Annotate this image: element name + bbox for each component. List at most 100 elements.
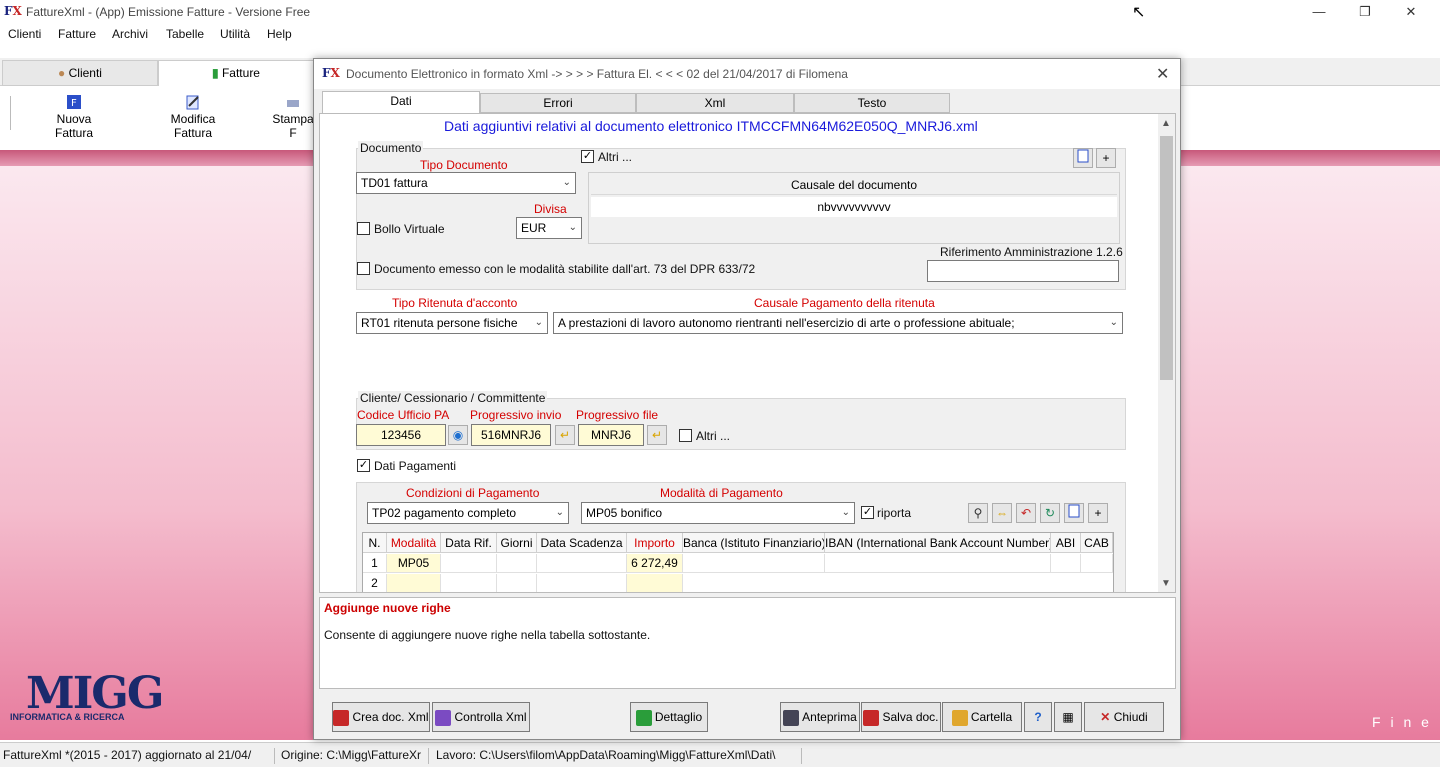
data-rif-cell[interactable] (441, 574, 497, 592)
tab-dati[interactable]: Dati (322, 91, 480, 114)
tipo-documento-select[interactable]: TD01 fattura ⌄ (356, 172, 576, 194)
nuova-fattura-button[interactable]: F Nuova Fattura (36, 94, 112, 140)
progressivo-file-input[interactable]: MNRJ6 (578, 424, 644, 446)
modifica-fattura-button[interactable]: Modifica Fattura (150, 94, 236, 140)
causale-ritenuta-select[interactable]: A prestazioni di lavoro autonomo rientra… (553, 312, 1123, 334)
bar-chart-icon: ▮ (212, 66, 219, 80)
search-payments-button[interactable]: ⚲ (968, 503, 988, 523)
codice-ufficio-input[interactable]: 123456 (356, 424, 446, 446)
altri-label: Altri ... (598, 150, 633, 164)
cliente-altri-checkbox[interactable] (679, 429, 692, 442)
column-header: IBAN (International Bank Account Number) (825, 533, 1051, 553)
stampa-fattura-button[interactable]: Stampa F (270, 94, 316, 140)
scroll-up-icon[interactable]: ▲ (1161, 118, 1171, 129)
new-document-button[interactable] (1073, 148, 1093, 168)
dati-pagamenti-checkbox[interactable]: ✓ (357, 459, 370, 472)
stampa-fattura-label: Stampa F (272, 112, 314, 140)
causale-ritenuta-value: A prestazioni di lavoro autonomo rientra… (558, 316, 1015, 330)
nuova-fattura-label: Nuova Fattura (54, 112, 93, 140)
new-row-document-button[interactable] (1064, 503, 1084, 523)
modalita-cell[interactable]: MP05 (387, 554, 441, 573)
create-xml-icon (333, 709, 350, 726)
menu-fatture[interactable]: Fatture (58, 27, 96, 41)
globe-icon: ◉ (452, 428, 464, 442)
menu-tabelle[interactable]: Tabelle (166, 27, 204, 41)
data-rif-cell[interactable] (441, 554, 497, 573)
cliente-group-title: Cliente/ Cessionario / Committente (358, 391, 548, 405)
tab-testo[interactable]: Testo (794, 93, 950, 113)
column-header: N. (363, 533, 387, 553)
abi-cell[interactable] (1051, 554, 1081, 573)
documento-elettronico-dialog: FX Documento Elettronico in formato Xml … (313, 58, 1181, 740)
return-arrow-icon: ↵ (559, 428, 571, 442)
codice-ufficio-label: Codice Ufficio PA (357, 408, 450, 422)
anteprima-button[interactable]: Anteprima (780, 702, 860, 732)
help-button[interactable]: ? (1024, 702, 1052, 732)
refresh-button[interactable]: ↻ (1040, 503, 1060, 523)
tab-errori[interactable]: Errori (480, 93, 636, 113)
chiudi-button[interactable]: ✕ Chiudi (1084, 702, 1164, 732)
cartella-button[interactable]: Cartella (942, 702, 1022, 732)
preview-magnifier-icon (783, 709, 800, 726)
cab-cell[interactable] (1081, 554, 1113, 573)
divisa-value: EUR (521, 221, 547, 235)
importo-cell[interactable] (627, 574, 683, 592)
riferimento-input[interactable] (927, 260, 1119, 282)
undo-button[interactable]: ↶ (1016, 503, 1036, 523)
progressivo-invio-input[interactable]: 516MNRJ6 (471, 424, 551, 446)
condizioni-pagamento-select[interactable]: TP02 pagamento completo ⌄ (367, 502, 569, 524)
modalita-pagamento-label: Modalità di Pagamento (660, 486, 783, 500)
menu-clienti[interactable]: Clienti (8, 27, 41, 41)
altri-checkbox[interactable]: ✓ (581, 150, 594, 163)
tipo-ritenuta-select[interactable]: RT01 ritenuta persone fisiche ⌄ (356, 312, 548, 334)
progressivo-file-button[interactable]: ↵ (647, 425, 667, 445)
riporta-checkbox[interactable]: ✓ (861, 506, 874, 519)
modalita-pagamento-value: MP05 bonifico (586, 506, 663, 520)
calculator-button[interactable]: ▦ (1054, 702, 1082, 732)
add-causale-button[interactable]: + (1096, 148, 1116, 168)
dialog-close-icon[interactable]: ✕ (1156, 64, 1169, 84)
menu-archivi[interactable]: Archivi (112, 27, 148, 41)
giorni-cell[interactable] (497, 554, 537, 573)
dialog-tabs: Dati Errori Xml Testo (318, 91, 1178, 114)
dettaglio-button[interactable]: Dettaglio (630, 702, 708, 732)
tab-xml[interactable]: Xml (636, 93, 794, 113)
menu-help[interactable]: Help (267, 27, 292, 41)
maximize-button[interactable]: ❐ (1342, 2, 1388, 22)
giorni-cell[interactable] (497, 574, 537, 592)
return-arrow-icon: ↵ (651, 428, 663, 442)
ribbon-tab-clienti[interactable]: ● Clienti (2, 60, 158, 86)
importo-cell[interactable]: 6 272,49 (627, 554, 683, 573)
add-row-button[interactable]: + (1088, 503, 1108, 523)
controlla-xml-button[interactable]: Controlla Xml (432, 702, 530, 732)
close-window-button[interactable]: ✕ (1388, 2, 1434, 22)
salva-doc-button[interactable]: Salva doc. (861, 702, 941, 732)
modalita-cell[interactable] (387, 574, 441, 592)
progressivo-invio-button[interactable]: ↵ (555, 425, 575, 445)
bollo-virtuale-checkbox[interactable] (357, 222, 370, 235)
data-scadenza-cell[interactable] (537, 554, 627, 573)
menu-utilita[interactable]: Utilità (220, 27, 250, 41)
ribbon-tab-fatture[interactable]: ▮ Fatture (158, 60, 314, 86)
art73-checkbox[interactable] (357, 262, 370, 275)
scroll-thumb[interactable] (1160, 136, 1173, 380)
scroll-down-icon[interactable]: ▼ (1161, 578, 1171, 589)
chiudi-label: Chiudi (1113, 710, 1148, 724)
svg-text:F: F (71, 98, 77, 109)
fine-label: F i n e (1372, 714, 1432, 730)
minimize-button[interactable]: — (1296, 2, 1342, 22)
swap-arrows-icon: ⇔ (996, 506, 1008, 520)
iban-cell[interactable] (825, 554, 1051, 573)
app-logo-icon: FX (4, 4, 22, 18)
globe-button[interactable]: ◉ (448, 425, 468, 445)
panel-scrollbar[interactable]: ▲ ▼ (1158, 114, 1175, 592)
causale-cell[interactable]: nbvvvvvvvvvv (591, 197, 1117, 217)
divisa-select[interactable]: EUR ⌄ (516, 217, 582, 239)
refresh-icon: ↻ (1044, 506, 1056, 520)
modalita-pagamento-select[interactable]: MP05 bonifico ⌄ (581, 502, 855, 524)
crea-doc-xml-button[interactable]: Crea doc. Xml (332, 702, 430, 732)
crea-doc-xml-label: Crea doc. Xml (352, 710, 429, 724)
banca-cell[interactable] (683, 554, 825, 573)
swap-columns-button[interactable]: ⇔ (992, 503, 1012, 523)
data-scadenza-cell[interactable] (537, 574, 627, 592)
